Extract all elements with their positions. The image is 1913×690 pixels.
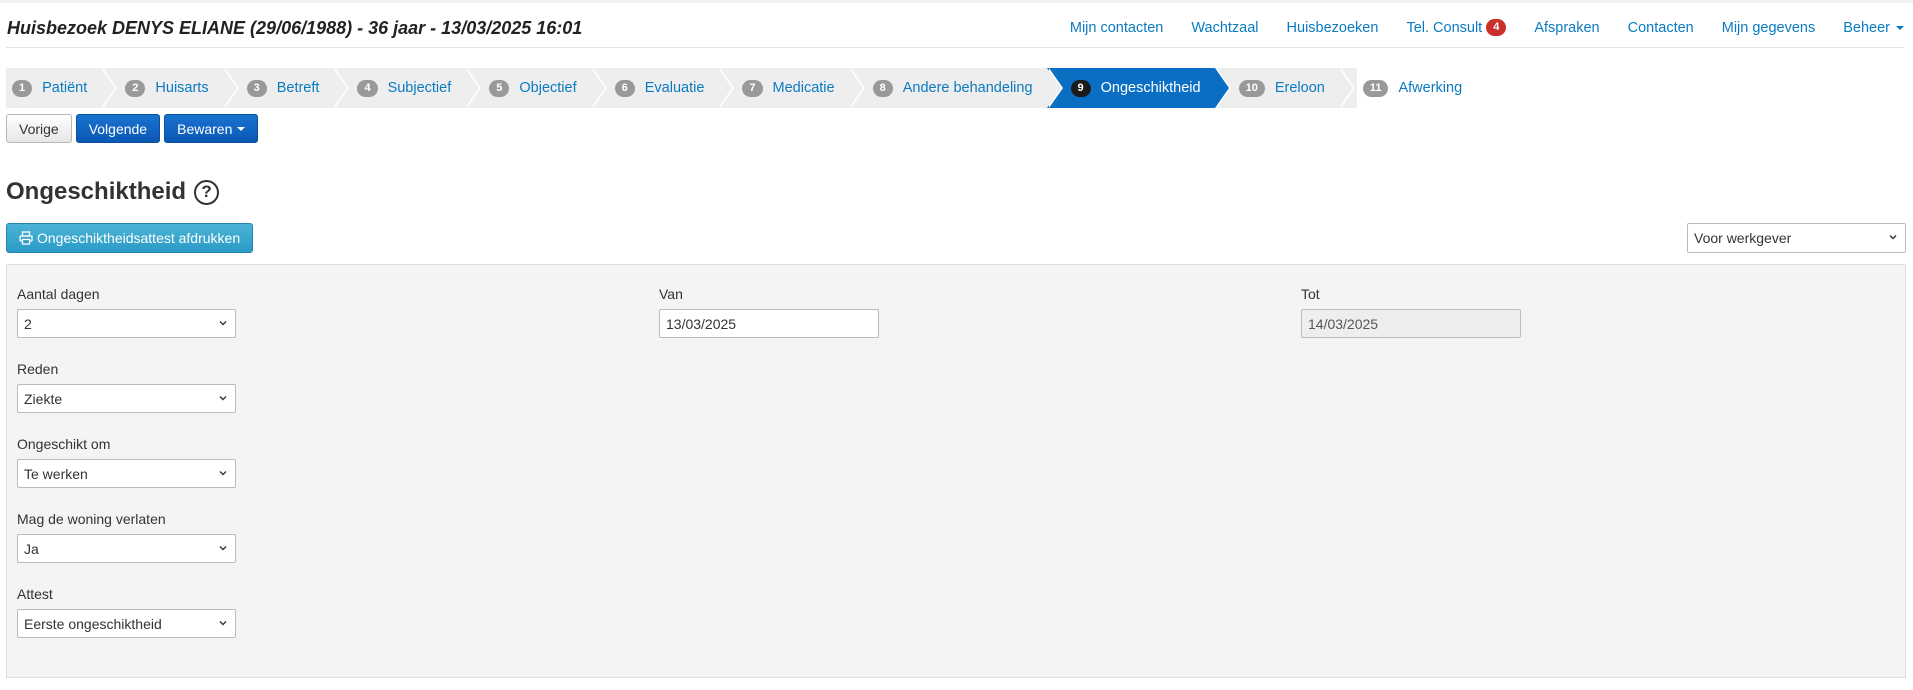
ongeschikt-om-value: Te werken	[24, 465, 88, 482]
step-andere-behandeling[interactable]: 8 Andere behandeling	[849, 68, 1063, 108]
step-label: Ongeschiktheid	[1100, 80, 1201, 96]
step-huisarts[interactable]: 2 Huisarts	[101, 68, 239, 108]
step-evaluatie[interactable]: 6 Evaluatie	[591, 68, 735, 108]
step-label: Subjectief	[387, 80, 452, 96]
attest-label: Attest	[17, 586, 53, 602]
save-dropdown-button[interactable]: Bewaren	[164, 114, 259, 143]
step-label: Ereloon	[1274, 80, 1325, 96]
ongeschikt-om-label: Ongeschikt om	[17, 436, 111, 452]
nav-label: Mijn contacten	[1069, 19, 1164, 36]
nav-label: Contacten	[1627, 19, 1694, 36]
woning-verlaten-value: Ja	[24, 540, 39, 557]
chevron-down-icon	[219, 621, 227, 626]
aantal-dagen-select[interactable]: 2	[17, 309, 236, 338]
van-date-input[interactable]: 13/03/2025	[659, 309, 879, 338]
nav-wachtzaal[interactable]: Wachtzaal	[1191, 20, 1258, 36]
step-label: Medicatie	[772, 80, 835, 96]
step-number: 11	[1362, 79, 1389, 97]
step-number: 2	[125, 79, 146, 97]
ongeschikt-om-select[interactable]: Te werken	[17, 459, 236, 488]
nav-afspraken[interactable]: Afspraken	[1534, 20, 1599, 36]
step-number: 9	[1070, 79, 1091, 97]
nav-label: Huisbezoeken	[1286, 19, 1379, 36]
reden-label: Reden	[17, 361, 59, 377]
print-certificate-button[interactable]: Ongeschiktheidsattest afdrukken	[6, 223, 254, 253]
step-medicatie[interactable]: 7 Medicatie	[718, 68, 865, 108]
nav-tel-consult[interactable]: Tel. Consult 4	[1406, 19, 1507, 36]
step-label: Andere behandeling	[902, 80, 1033, 96]
chevron-down-icon	[1889, 235, 1897, 240]
step-number: 1	[12, 79, 33, 97]
nav-label: Tel. Consult	[1406, 19, 1483, 36]
recipient-select-value: Voor werkgever	[1694, 230, 1792, 246]
step-ereloon[interactable]: 10 Ereloon	[1215, 68, 1356, 108]
reden-value: Ziekte	[24, 390, 63, 407]
wizard-buttons: Vorige Volgende Bewaren	[6, 114, 262, 143]
van-label: Van	[659, 286, 683, 302]
woning-verlaten-select[interactable]: Ja	[17, 534, 236, 563]
caret-down-icon	[237, 126, 246, 131]
woning-verlaten-label: Mag de woning verlaten	[17, 511, 166, 527]
step-afwerking[interactable]: 11 Afwerking	[1339, 68, 1476, 108]
nav-label: Wachtzaal	[1191, 19, 1259, 36]
chevron-down-icon	[219, 471, 227, 476]
step-label: Patiënt	[42, 80, 88, 96]
chevron-down-icon	[219, 396, 227, 401]
page-title-text: Ongeschiktheid	[6, 178, 187, 205]
step-number: 7	[742, 79, 763, 97]
step-objectief[interactable]: 5 Objectief	[465, 68, 608, 108]
print-button-label: Ongeschiktheidsattest afdrukken	[37, 230, 241, 246]
tot-date-value: 14/03/2025	[1308, 315, 1379, 332]
tot-label: Tot	[1301, 286, 1320, 302]
top-navigation: Mijn contacten Wachtzaal Huisbezoeken Te…	[1042, 19, 1904, 36]
nav-mijn-contacten[interactable]: Mijn contacten	[1070, 20, 1164, 36]
step-label: Betreft	[276, 80, 320, 96]
step-number: 6	[614, 79, 635, 97]
step-number: 3	[246, 79, 267, 97]
printer-icon	[19, 231, 33, 245]
nav-beheer-dropdown[interactable]: Beheer	[1843, 20, 1904, 36]
nav-mijn-gegevens[interactable]: Mijn gegevens	[1722, 20, 1816, 36]
nav-label: Beheer	[1843, 19, 1890, 36]
save-label: Bewaren	[177, 120, 233, 137]
nav-label: Afspraken	[1534, 19, 1600, 36]
step-label: Huisarts	[155, 80, 209, 96]
attest-value: Eerste ongeschiktheid	[24, 615, 162, 632]
step-subjectief[interactable]: 4 Subjectief	[333, 68, 482, 108]
step-label: Objectief	[519, 80, 577, 96]
page-title: Ongeschiktheid ?	[6, 178, 220, 206]
attest-select[interactable]: Eerste ongeschiktheid	[17, 609, 236, 638]
tel-consult-count-badge: 4	[1486, 19, 1507, 36]
step-number: 4	[357, 79, 378, 97]
reden-select[interactable]: Ziekte	[17, 384, 236, 413]
nav-label: Mijn gegevens	[1721, 19, 1816, 36]
step-betreft[interactable]: 3 Betreft	[223, 68, 350, 108]
van-date-value: 13/03/2025	[666, 315, 737, 332]
step-number: 10	[1238, 79, 1265, 97]
wizard-steps: 1 Patiënt 2 Huisarts 3 Betreft 4 Subjectief …	[6, 68, 1462, 108]
help-icon[interactable]: ?	[194, 179, 220, 205]
caret-down-icon	[1896, 25, 1904, 30]
next-button[interactable]: Volgende	[75, 114, 161, 143]
tot-date-input: 14/03/2025	[1301, 309, 1521, 338]
chevron-down-icon	[219, 546, 227, 551]
step-number: 8	[872, 79, 893, 97]
chevron-down-icon	[219, 321, 227, 326]
visit-title: Huisbezoek DENYS ELIANE (29/06/1988) - 3…	[7, 18, 583, 38]
step-label: Afwerking	[1398, 80, 1463, 96]
recipient-select[interactable]: Voor werkgever	[1687, 223, 1906, 253]
app-header: Huisbezoek DENYS ELIANE (29/06/1988) - 3…	[6, 3, 1904, 48]
incapacity-form-panel: Aantal dagen 2 Van 13/03/2025 Tot 14/03/…	[6, 264, 1906, 678]
aantal-dagen-label: Aantal dagen	[17, 286, 100, 302]
step-number: 5	[489, 79, 510, 97]
previous-button[interactable]: Vorige	[6, 114, 72, 143]
step-patient[interactable]: 1 Patiënt	[6, 68, 118, 108]
step-ongeschiktheid[interactable]: 9 Ongeschiktheid	[1046, 68, 1231, 108]
step-label: Evaluatie	[644, 80, 705, 96]
nav-contacten[interactable]: Contacten	[1628, 20, 1694, 36]
aantal-dagen-value: 2	[24, 315, 32, 332]
nav-huisbezoeken[interactable]: Huisbezoeken	[1287, 20, 1379, 36]
